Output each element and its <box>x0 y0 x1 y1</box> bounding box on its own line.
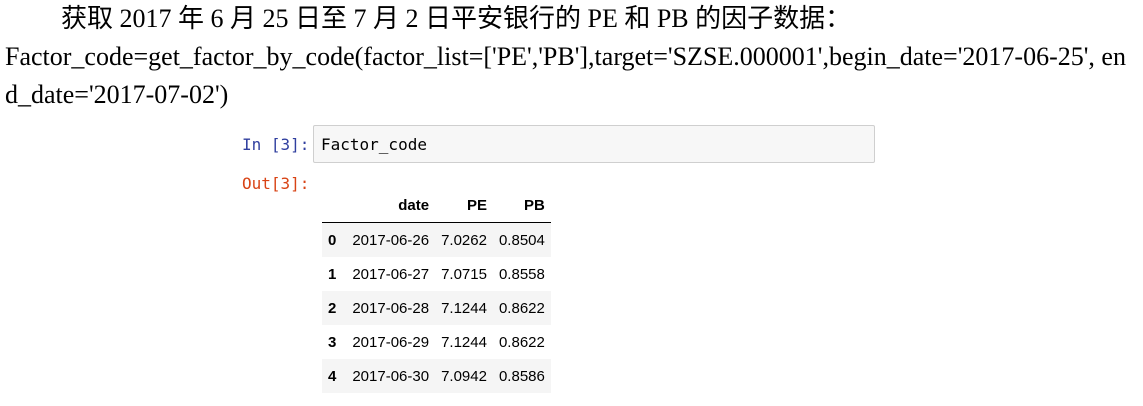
table-row: 4 2017-06-30 7.0942 0.8586 <box>322 359 551 393</box>
row-index: 1 <box>328 265 337 283</box>
pb-cell: 0.8622 <box>498 299 545 317</box>
description-text: 获取 2017 年 6 月 25 日至 7 月 2 日平安银行的 PE 和 PB… <box>61 4 852 33</box>
pb-cell: 0.8558 <box>498 265 545 283</box>
row-index: 4 <box>328 367 337 385</box>
pe-cell: 7.0942 <box>441 367 487 385</box>
table-row: 2 2017-06-28 7.1244 0.8622 <box>322 291 551 325</box>
table-row: 3 2017-06-29 7.1244 0.8622 <box>322 325 551 359</box>
date-cell: 2017-06-27 <box>352 265 430 283</box>
document-paragraph: 获取 2017 年 6 月 25 日至 7 月 2 日平安银行的 PE 和 PB… <box>5 0 1135 114</box>
row-index: 2 <box>328 299 337 317</box>
date-cell: 2017-06-29 <box>352 333 430 351</box>
date-cell: 2017-06-30 <box>352 367 430 385</box>
table-row: 1 2017-06-27 7.0715 0.8558 <box>322 257 551 291</box>
code-statement-text: Factor_code=get_factor_by_code(factor_li… <box>5 42 1126 109</box>
pe-cell: 7.0715 <box>441 265 487 283</box>
pe-cell: 7.0262 <box>441 231 487 249</box>
pe-column-header: PE <box>435 188 493 223</box>
code-cell-input[interactable]: Factor_code <box>313 125 875 163</box>
pb-cell: 0.8622 <box>498 333 545 351</box>
pe-cell: 7.1244 <box>441 299 487 317</box>
date-column-header: date <box>346 188 436 223</box>
index-column-header <box>322 188 347 223</box>
table-row: 0 2017-06-26 7.0262 0.8504 <box>322 222 551 257</box>
date-cell: 2017-06-28 <box>352 299 430 317</box>
dataframe-table: date PE PB 0 2017-06-26 7.0262 0.8504 1 … <box>322 188 551 393</box>
pe-cell: 7.1244 <box>441 333 487 351</box>
pb-column-header: PB <box>492 188 551 223</box>
row-index: 3 <box>328 333 337 351</box>
pb-cell: 0.8504 <box>498 231 545 249</box>
input-prompt: In [3]: <box>242 135 310 154</box>
table-header-row: date PE PB <box>322 188 551 223</box>
date-cell: 2017-06-26 <box>352 231 430 249</box>
output-prompt: Out[3]: <box>242 174 310 193</box>
row-index: 0 <box>328 231 337 249</box>
pb-cell: 0.8586 <box>498 367 545 385</box>
